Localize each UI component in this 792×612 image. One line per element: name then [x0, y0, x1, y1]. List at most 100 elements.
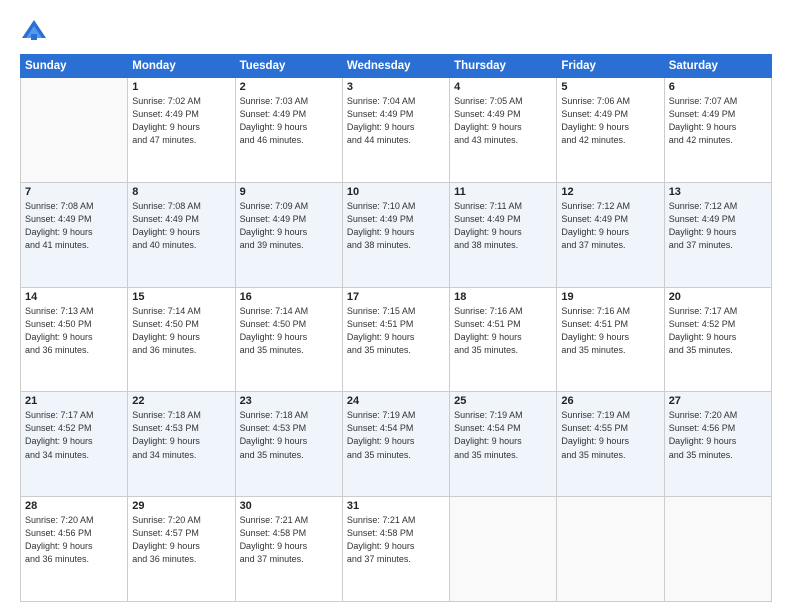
calendar-cell: 4 Sunrise: 7:05 AM Sunset: 4:49 PM Daylig…: [450, 78, 557, 183]
calendar-week-row: 14 Sunrise: 7:13 AM Sunset: 4:50 PM Dayli…: [21, 287, 772, 392]
calendar-cell: [450, 497, 557, 602]
calendar-cell: 19 Sunrise: 7:16 AM Sunset: 4:51 PM Dayli…: [557, 287, 664, 392]
calendar-cell: 16 Sunrise: 7:14 AM Sunset: 4:50 PM Dayli…: [235, 287, 342, 392]
day-info: Sunrise: 7:17 AM Sunset: 4:52 PM Dayligh…: [669, 305, 767, 357]
calendar-cell: 23 Sunrise: 7:18 AM Sunset: 4:53 PM Dayli…: [235, 392, 342, 497]
calendar-cell: 6Sunrise: 7:07 AM Sunset: 4:49 PM Daylig…: [664, 78, 771, 183]
header: [20, 18, 772, 46]
calendar-cell: 20 Sunrise: 7:17 AM Sunset: 4:52 PM Dayli…: [664, 287, 771, 392]
day-number: 15: [132, 291, 230, 303]
day-info: Sunrise: 7:16 AM Sunset: 4:51 PM Dayligh…: [454, 305, 552, 357]
calendar-cell: 17 Sunrise: 7:15 AM Sunset: 4:51 PM Dayli…: [342, 287, 449, 392]
day-number: 18: [454, 291, 552, 303]
day-number: 24: [347, 395, 445, 407]
calendar-cell: 21Sunrise: 7:17 AM Sunset: 4:52 PM Dayli…: [21, 392, 128, 497]
day-info: Sunrise: 7:21 AM Sunset: 4:58 PM Dayligh…: [347, 514, 445, 566]
day-number: 26: [561, 395, 659, 407]
day-header-thursday: Thursday: [450, 55, 557, 78]
calendar-cell: 1Sunrise: 7:02 AM Sunset: 4:49 PM Daylig…: [128, 78, 235, 183]
calendar-cell: 26Sunrise: 7:19 AM Sunset: 4:55 PM Dayli…: [557, 392, 664, 497]
day-info: Sunrise: 7:20 AM Sunset: 4:57 PM Dayligh…: [132, 514, 230, 566]
calendar-cell: 11 Sunrise: 7:11 AM Sunset: 4:49 PM Dayli…: [450, 182, 557, 287]
calendar-week-row: 21Sunrise: 7:17 AM Sunset: 4:52 PM Dayli…: [21, 392, 772, 497]
day-number: 13: [669, 186, 767, 198]
calendar-cell: 13 Sunrise: 7:12 AM Sunset: 4:49 PM Dayli…: [664, 182, 771, 287]
day-header-friday: Friday: [557, 55, 664, 78]
calendar-cell: 18 Sunrise: 7:16 AM Sunset: 4:51 PM Dayli…: [450, 287, 557, 392]
day-info: Sunrise: 7:18 AM Sunset: 4:53 PM Dayligh…: [132, 409, 230, 461]
day-number: 17: [347, 291, 445, 303]
day-info: Sunrise: 7:12 AM Sunset: 4:49 PM Dayligh…: [561, 200, 659, 252]
day-number: 16: [240, 291, 338, 303]
day-info: Sunrise: 7:11 AM Sunset: 4:49 PM Dayligh…: [454, 200, 552, 252]
day-header-tuesday: Tuesday: [235, 55, 342, 78]
day-number: 6: [669, 81, 767, 93]
day-header-saturday: Saturday: [664, 55, 771, 78]
day-info: Sunrise: 7:08 AM Sunset: 4:49 PM Dayligh…: [25, 200, 123, 252]
day-info: Sunrise: 7:18 AM Sunset: 4:53 PM Dayligh…: [240, 409, 338, 461]
day-info: Sunrise: 7:16 AM Sunset: 4:51 PM Dayligh…: [561, 305, 659, 357]
day-number: 9: [240, 186, 338, 198]
day-info: Sunrise: 7:15 AM Sunset: 4:51 PM Dayligh…: [347, 305, 445, 357]
calendar-cell: 14 Sunrise: 7:13 AM Sunset: 4:50 PM Dayli…: [21, 287, 128, 392]
day-number: 28: [25, 500, 123, 512]
day-info: Sunrise: 7:06 AM Sunset: 4:49 PM Dayligh…: [561, 95, 659, 147]
calendar-cell: [664, 497, 771, 602]
day-info: Sunrise: 7:14 AM Sunset: 4:50 PM Dayligh…: [132, 305, 230, 357]
day-header-monday: Monday: [128, 55, 235, 78]
day-number: 14: [25, 291, 123, 303]
day-info: Sunrise: 7:13 AM Sunset: 4:50 PM Dayligh…: [25, 305, 123, 357]
day-info: Sunrise: 7:05 AM Sunset: 4:49 PM Dayligh…: [454, 95, 552, 147]
day-info: Sunrise: 7:08 AM Sunset: 4:49 PM Dayligh…: [132, 200, 230, 252]
day-number: 10: [347, 186, 445, 198]
calendar-cell: 25 Sunrise: 7:19 AM Sunset: 4:54 PM Dayli…: [450, 392, 557, 497]
day-header-wednesday: Wednesday: [342, 55, 449, 78]
calendar-cell: 7 Sunrise: 7:08 AM Sunset: 4:49 PM Daylig…: [21, 182, 128, 287]
day-number: 21: [25, 395, 123, 407]
day-header-sunday: Sunday: [21, 55, 128, 78]
calendar-cell: 29 Sunrise: 7:20 AM Sunset: 4:57 PM Dayli…: [128, 497, 235, 602]
day-info: Sunrise: 7:12 AM Sunset: 4:49 PM Dayligh…: [669, 200, 767, 252]
calendar-header-row: SundayMondayTuesdayWednesdayThursdayFrid…: [21, 55, 772, 78]
page: SundayMondayTuesdayWednesdayThursdayFrid…: [0, 0, 792, 612]
calendar-week-row: 7 Sunrise: 7:08 AM Sunset: 4:49 PM Daylig…: [21, 182, 772, 287]
calendar-cell: 30 Sunrise: 7:21 AM Sunset: 4:58 PM Dayli…: [235, 497, 342, 602]
day-info: Sunrise: 7:04 AM Sunset: 4:49 PM Dayligh…: [347, 95, 445, 147]
day-info: Sunrise: 7:21 AM Sunset: 4:58 PM Dayligh…: [240, 514, 338, 566]
calendar-cell: 8 Sunrise: 7:08 AM Sunset: 4:49 PM Daylig…: [128, 182, 235, 287]
day-info: Sunrise: 7:02 AM Sunset: 4:49 PM Dayligh…: [132, 95, 230, 147]
day-number: 8: [132, 186, 230, 198]
day-number: 11: [454, 186, 552, 198]
calendar-cell: 2Sunrise: 7:03 AM Sunset: 4:49 PM Daylig…: [235, 78, 342, 183]
calendar-cell: 10Sunrise: 7:10 AM Sunset: 4:49 PM Dayli…: [342, 182, 449, 287]
day-info: Sunrise: 7:09 AM Sunset: 4:49 PM Dayligh…: [240, 200, 338, 252]
day-info: Sunrise: 7:20 AM Sunset: 4:56 PM Dayligh…: [25, 514, 123, 566]
calendar-cell: 31Sunrise: 7:21 AM Sunset: 4:58 PM Dayli…: [342, 497, 449, 602]
calendar-cell: 28 Sunrise: 7:20 AM Sunset: 4:56 PM Dayli…: [21, 497, 128, 602]
calendar-cell: 24 Sunrise: 7:19 AM Sunset: 4:54 PM Dayli…: [342, 392, 449, 497]
day-number: 22: [132, 395, 230, 407]
calendar-cell: 22 Sunrise: 7:18 AM Sunset: 4:53 PM Dayli…: [128, 392, 235, 497]
day-number: 25: [454, 395, 552, 407]
day-number: 7: [25, 186, 123, 198]
day-number: 4: [454, 81, 552, 93]
day-info: Sunrise: 7:19 AM Sunset: 4:54 PM Dayligh…: [347, 409, 445, 461]
day-number: 20: [669, 291, 767, 303]
calendar-cell: 9 Sunrise: 7:09 AM Sunset: 4:49 PM Daylig…: [235, 182, 342, 287]
calendar-cell: 3 Sunrise: 7:04 AM Sunset: 4:49 PM Daylig…: [342, 78, 449, 183]
day-number: 3: [347, 81, 445, 93]
day-info: Sunrise: 7:19 AM Sunset: 4:54 PM Dayligh…: [454, 409, 552, 461]
day-number: 5: [561, 81, 659, 93]
calendar-cell: 15 Sunrise: 7:14 AM Sunset: 4:50 PM Dayli…: [128, 287, 235, 392]
logo-icon: [20, 18, 48, 46]
calendar-table: SundayMondayTuesdayWednesdayThursdayFrid…: [20, 54, 772, 602]
day-number: 19: [561, 291, 659, 303]
calendar-week-row: 28 Sunrise: 7:20 AM Sunset: 4:56 PM Dayli…: [21, 497, 772, 602]
day-number: 29: [132, 500, 230, 512]
calendar-cell: [21, 78, 128, 183]
day-info: Sunrise: 7:14 AM Sunset: 4:50 PM Dayligh…: [240, 305, 338, 357]
day-number: 23: [240, 395, 338, 407]
day-number: 30: [240, 500, 338, 512]
calendar-cell: 5 Sunrise: 7:06 AM Sunset: 4:49 PM Daylig…: [557, 78, 664, 183]
day-info: Sunrise: 7:20 AM Sunset: 4:56 PM Dayligh…: [669, 409, 767, 461]
